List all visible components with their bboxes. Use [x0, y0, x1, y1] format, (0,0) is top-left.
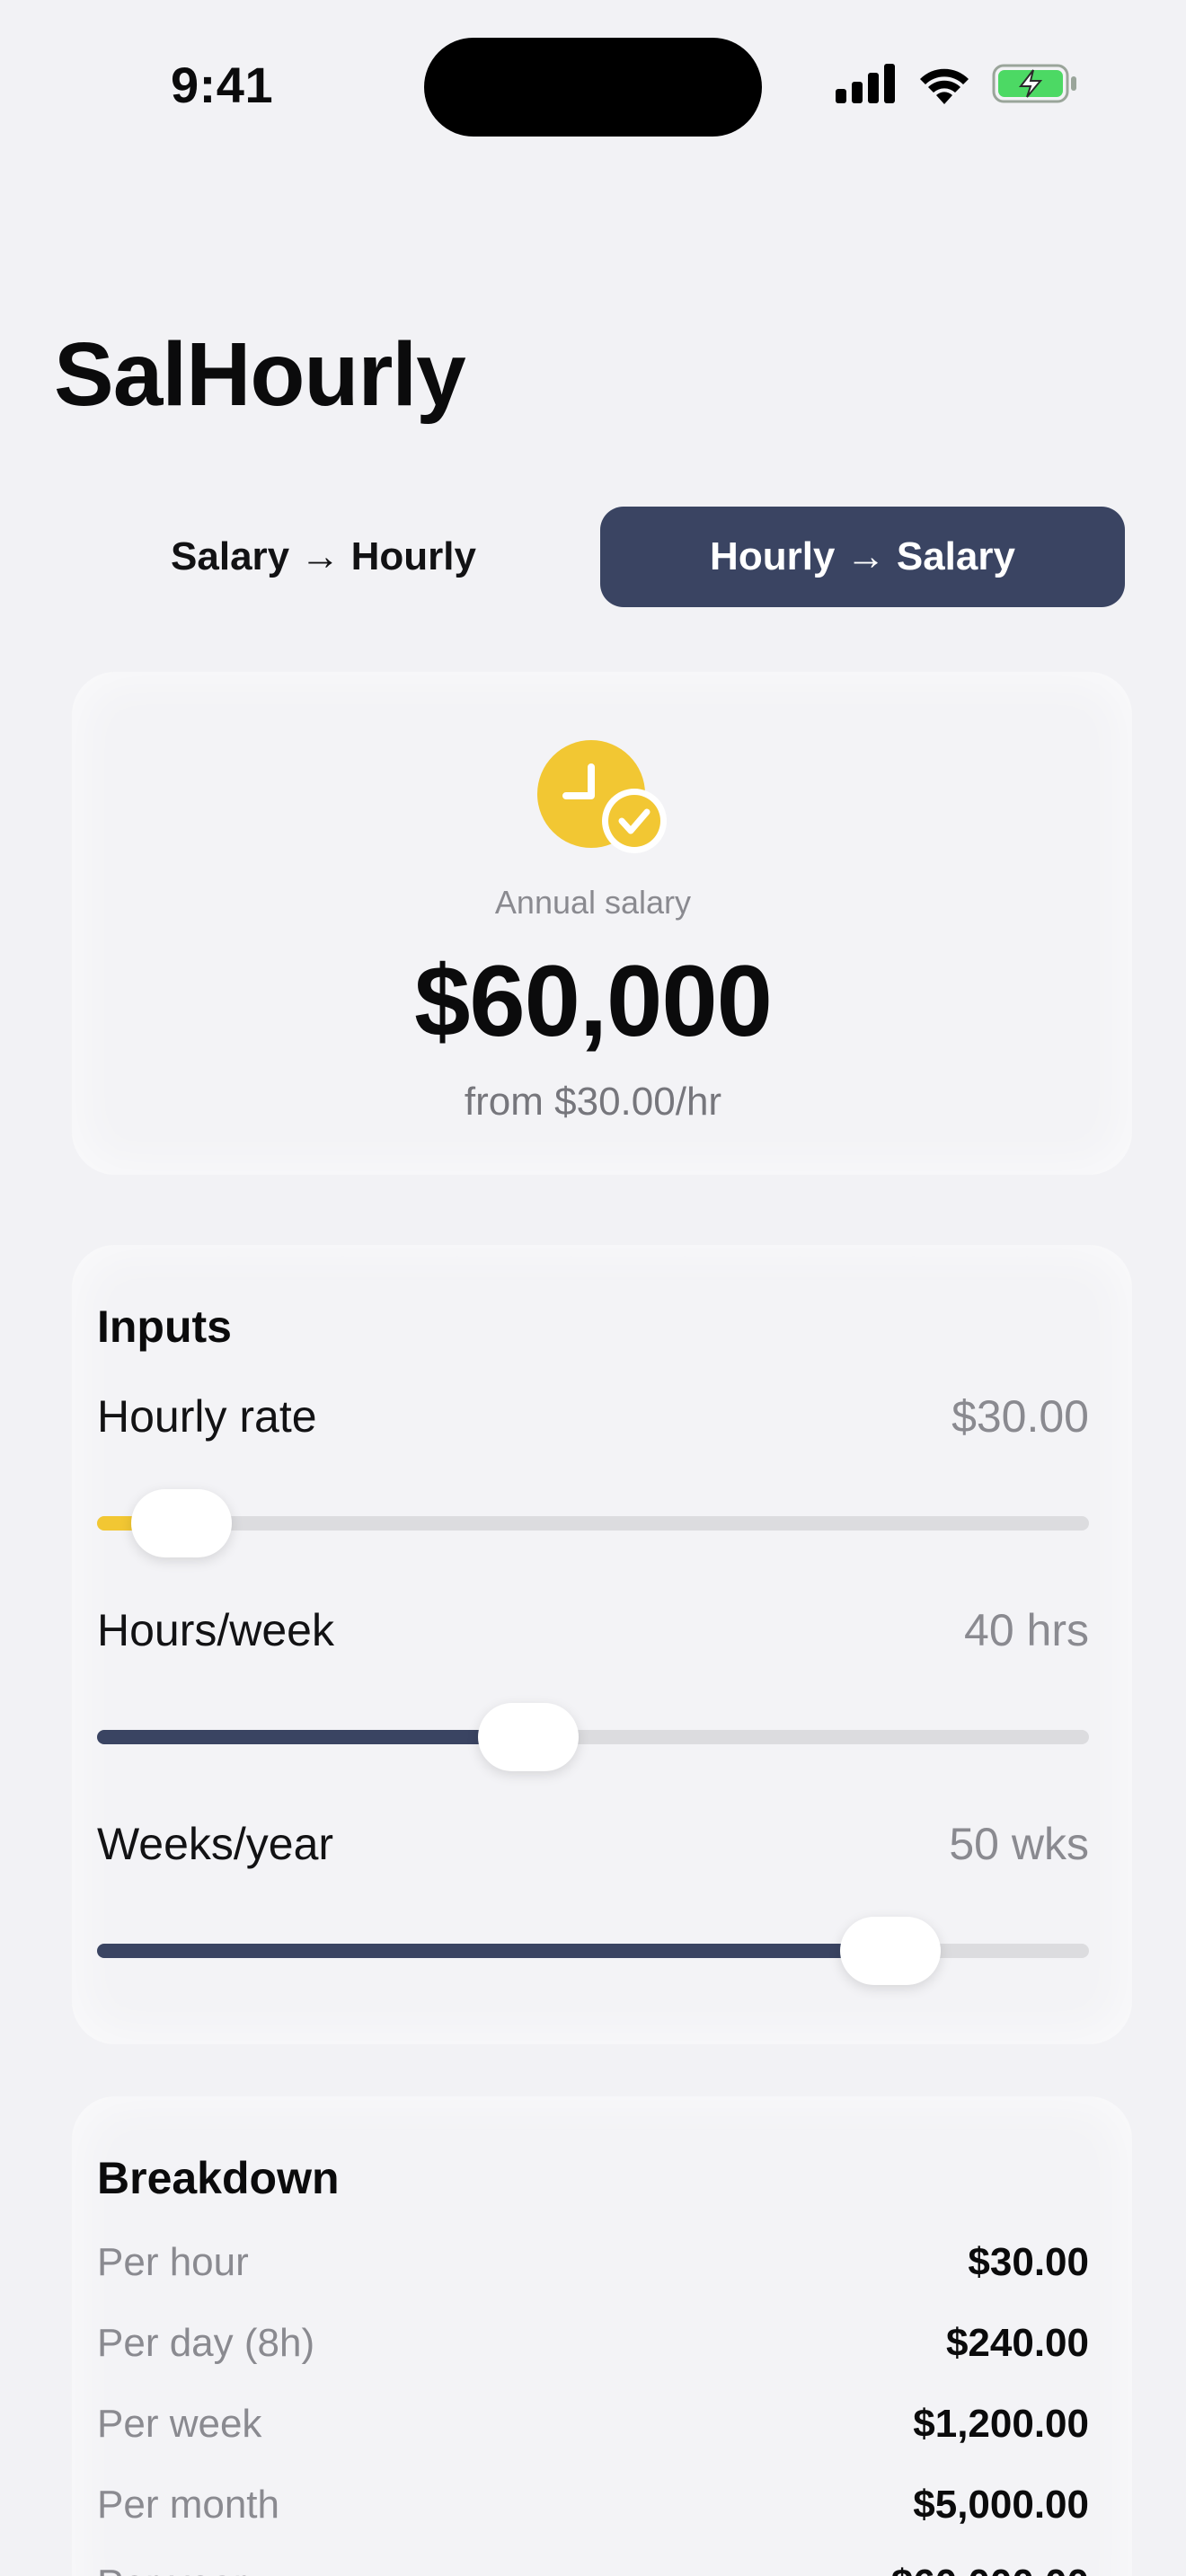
app-screen: 9:41 SalHourly Salary → Hourly Hourly → …: [0, 0, 1186, 2576]
inputs-title: Inputs: [97, 1301, 232, 1352]
summary-subtitle: from $30.00/hr: [464, 1080, 722, 1124]
weeks-per-year-label: Weeks/year: [97, 1819, 334, 1869]
slider-thumb[interactable]: [478, 1703, 580, 1771]
status-time: 9:41: [171, 57, 274, 113]
breakdown-value: $60,000.00: [891, 2562, 1089, 2576]
slider-fill: [97, 1944, 891, 1958]
clock-check-icon: [537, 740, 667, 853]
summary-label: Annual salary: [494, 884, 692, 921]
breakdown-row-per-hour: Per hour $30.00: [97, 2240, 1089, 2294]
breakdown-row-per-month: Per month $5,000.00: [97, 2483, 1089, 2536]
annual-salary-value: $60,000: [414, 945, 773, 1057]
hours-per-week-label: Hours/week: [97, 1605, 334, 1655]
slider-track: [97, 1516, 1089, 1531]
hourly-rate-label: Hourly rate: [97, 1391, 317, 1442]
tab-hourly-to-salary[interactable]: Hourly → Salary: [600, 507, 1125, 607]
tab-salary-to-hourly[interactable]: Salary → Hourly: [61, 507, 586, 607]
hours-per-week-row: Hours/week 40 hrs: [97, 1604, 1089, 1667]
hourly-rate-slider[interactable]: [97, 1489, 1089, 1557]
breakdown-value: $5,000.00: [913, 2483, 1089, 2527]
weeks-per-year-slider[interactable]: [97, 1917, 1089, 1985]
breakdown-label: Per month: [97, 2483, 279, 2527]
breakdown-row-per-year: Per year $60,000.00: [97, 2562, 1089, 2576]
breakdown-title: Breakdown: [97, 2153, 340, 2203]
hourly-rate-row: Hourly rate $30.00: [97, 1390, 1089, 1453]
breakdown-value: $1,200.00: [913, 2402, 1089, 2446]
cellular-signal-icon: [836, 64, 895, 103]
breakdown-value: $240.00: [945, 2321, 1089, 2365]
hours-per-week-value: 40 hrs: [964, 1605, 1089, 1655]
mode-segmented-control: Salary → Hourly Hourly → Salary: [54, 499, 1132, 614]
breakdown-label: Per hour: [97, 2240, 249, 2284]
dynamic-island: [424, 38, 762, 137]
weeks-per-year-value: 50 wks: [949, 1819, 1089, 1869]
breakdown-value: $30.00: [968, 2240, 1089, 2284]
breakdown-row-per-day: Per day (8h) $240.00: [97, 2321, 1089, 2375]
breakdown-label: Per year: [97, 2562, 246, 2576]
hourly-rate-value: $30.00: [951, 1391, 1089, 1442]
wifi-icon: [920, 68, 969, 104]
slider-thumb[interactable]: [130, 1489, 232, 1557]
app-title: SalHourly: [54, 324, 466, 425]
hours-per-week-slider[interactable]: [97, 1703, 1089, 1771]
slider-thumb[interactable]: [840, 1917, 942, 1985]
breakdown-row-per-week: Per week $1,200.00: [97, 2402, 1089, 2456]
status-icons: [836, 63, 1078, 104]
weeks-per-year-row: Weeks/year 50 wks: [97, 1818, 1089, 1881]
breakdown-label: Per week: [97, 2402, 262, 2446]
breakdown-label: Per day (8h): [97, 2321, 315, 2365]
slider-fill: [97, 1730, 529, 1744]
battery-charging-icon: [992, 64, 1076, 103]
